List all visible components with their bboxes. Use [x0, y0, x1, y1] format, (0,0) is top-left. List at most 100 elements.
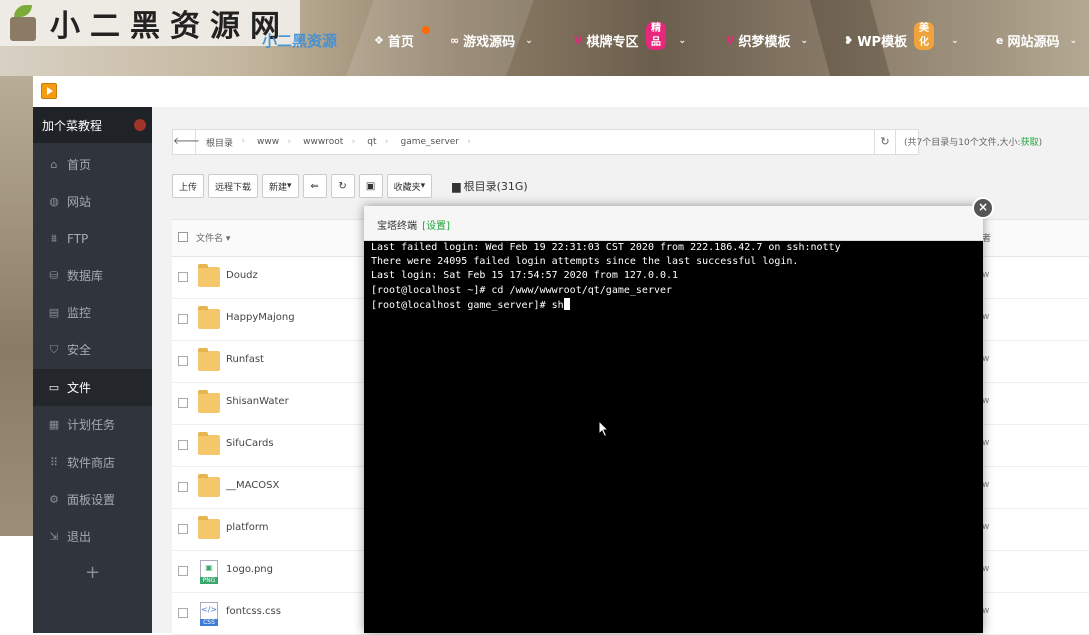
remote-download-button[interactable]: 远程下载	[208, 174, 259, 198]
panel-sidebar: 加个菜教程 ⌂ 首页 ◍ 网站 ⩩ FTP ⛁ 数据库 ▤ 监控 ⛉ 安全 ▭ …	[33, 107, 152, 633]
sidebar-item-website[interactable]: ◍ 网站	[33, 183, 152, 220]
sidebar-item-home[interactable]: ⌂ 首页	[33, 146, 152, 183]
database-icon: ⛁	[49, 269, 59, 282]
row-checkbox[interactable]	[178, 272, 188, 282]
terminal-settings-link[interactable]: [设置]	[422, 221, 450, 232]
refresh-icon[interactable]: ↻	[874, 129, 896, 155]
file-name[interactable]: ShisanWater	[226, 396, 289, 407]
nav-label: 网站源码	[1007, 35, 1060, 50]
new-dropdown-button[interactable]: 新建 ▾	[262, 174, 299, 198]
file-name[interactable]: Doudz	[226, 270, 258, 281]
breadcrumb-item[interactable]: www	[247, 137, 293, 147]
nav-item-home[interactable]: ❖ 首页	[374, 31, 414, 50]
css-file-icon: </> CSS	[200, 602, 218, 626]
add-icon[interactable]: +	[33, 562, 152, 583]
summary-text: (共7个目录与10个文件,大小:	[904, 138, 1021, 148]
sidebar-item-label: FTP	[67, 231, 89, 246]
file-name[interactable]: 1ogo.png	[226, 564, 273, 575]
row-checkbox[interactable]	[178, 440, 188, 450]
file-name[interactable]: SifuCards	[226, 438, 274, 449]
nav-item-wp-template[interactable]: ❥ WP模板 ⌄	[844, 31, 959, 50]
sort-icon: ▾	[225, 234, 231, 244]
nav-label: 织梦模板	[738, 35, 791, 50]
sidebar-item-label: 网站	[67, 195, 92, 209]
alert-icon[interactable]	[134, 119, 146, 131]
brand-name[interactable]: 小二黑资源	[262, 30, 337, 51]
row-checkbox[interactable]	[178, 482, 188, 492]
sidebar-item-label: 面板设置	[67, 493, 116, 507]
back-arrow-icon: ⇐	[310, 180, 319, 192]
site-logo[interactable]: 小二黑资源网	[0, 0, 300, 46]
sidebar-item-cron[interactable]: ▦ 计划任务	[33, 406, 152, 443]
row-checkbox[interactable]	[178, 356, 188, 366]
nav-item-dedecms[interactable]: V 织梦模板 ⌄	[726, 31, 808, 50]
chevron-down-icon: ⌄	[951, 35, 959, 46]
breadcrumb-item[interactable]: qt	[357, 137, 390, 147]
file-name[interactable]: platform	[226, 522, 269, 533]
logo-icon	[4, 3, 44, 43]
sidebar-item-label: 监控	[67, 306, 92, 320]
chevron-down-icon: ⌄	[1069, 35, 1078, 46]
row-checkbox[interactable]	[178, 608, 188, 618]
calendar-icon: ▦	[48, 418, 60, 431]
folder-icon	[198, 264, 220, 287]
breadcrumb-item[interactable]: 根目录	[196, 136, 247, 149]
sidebar-item-label: 文件	[67, 381, 92, 395]
video-play-icon[interactable]	[41, 83, 57, 99]
terminal-icon: ▣	[365, 180, 376, 192]
terminal-input[interactable]: sh	[552, 300, 564, 311]
site-header: 小二黑资源网 小二黑资源 ❖ 首页 ∞ 游戏源码 ⌄ V 棋牌专区 ⌄ 精品 V…	[0, 0, 1089, 76]
text-cursor	[563, 297, 570, 310]
row-checkbox[interactable]	[178, 524, 188, 534]
file-name[interactable]: __MACOSX	[226, 480, 279, 491]
chevron-down-icon: ⌄	[678, 35, 687, 46]
select-all-checkbox[interactable]	[178, 232, 188, 242]
new-label: 新建	[269, 182, 288, 193]
terminal-prompt-line[interactable]: [root@localhost game_server]# sh	[371, 297, 976, 313]
sidebar-item-settings[interactable]: ⚙ 面板设置	[33, 481, 152, 518]
favorites-dropdown-button[interactable]: 收藏夹 ▾	[386, 174, 433, 198]
breadcrumb-item[interactable]: game_server	[391, 137, 474, 147]
sidebar-item-ftp[interactable]: ⩩ FTP	[33, 220, 152, 257]
terminal-line: Last login: Sat Feb 15 17:54:57 2020 fro…	[371, 270, 679, 282]
breadcrumb-item[interactable]: wwwroot	[293, 137, 357, 147]
terminal-output[interactable]: Last failed login: Wed Feb 19 22:31:03 C…	[371, 241, 976, 313]
folder-icon	[198, 348, 220, 371]
close-icon[interactable]: ×	[972, 197, 994, 219]
back-button[interactable]: ⇐	[302, 174, 327, 198]
file-name[interactable]: HappyMajong	[226, 312, 295, 323]
file-name[interactable]: Runfast	[226, 354, 264, 365]
folder-icon	[198, 306, 220, 329]
sidebar-brand: 加个菜教程	[33, 107, 152, 143]
file-name[interactable]: fontcss.css	[226, 606, 281, 617]
background-strip	[0, 76, 33, 536]
sidebar-item-logout[interactable]: ⇲ 退出	[33, 518, 152, 555]
v-icon: V	[574, 34, 583, 47]
terminal-button[interactable]: ▣	[358, 174, 383, 198]
sidebar-item-security[interactable]: ⛉ 安全	[33, 331, 152, 368]
get-size-link[interactable]: 获取	[1021, 138, 1039, 148]
back-arrow-icon[interactable]: 🡐	[173, 130, 200, 154]
sidebar-item-app-store[interactable]: ⠿ 软件商店	[33, 444, 152, 481]
refresh-button[interactable]: ↻	[330, 174, 355, 198]
sidebar-item-files[interactable]: ▭ 文件	[33, 369, 152, 406]
sidebar-item-label: 安全	[67, 343, 92, 357]
notification-dot	[422, 26, 430, 34]
wp-icon: ❥	[844, 34, 854, 47]
nav-item-game-source[interactable]: ∞ 游戏源码 ⌄	[450, 31, 533, 50]
terminal-line: There were 24095 failed login attempts s…	[371, 256, 799, 268]
nav-item-chess-cards[interactable]: V 棋牌专区 ⌄	[574, 31, 686, 50]
sidebar-item-database[interactable]: ⛁ 数据库	[33, 257, 152, 294]
favorites-label: 收藏夹	[393, 182, 421, 193]
row-checkbox[interactable]	[178, 314, 188, 324]
sidebar-item-monitor[interactable]: ▤ 监控	[33, 294, 152, 331]
nav-label: 棋牌专区	[586, 35, 639, 50]
row-checkbox[interactable]	[178, 566, 188, 576]
row-checkbox[interactable]	[178, 398, 188, 408]
column-header-name[interactable]: 文件名 ▾	[196, 231, 230, 244]
dialog-header: 宝塔终端 [设置]	[364, 206, 983, 241]
nav-item-website-source[interactable]: e 网站源码 ⌄	[996, 31, 1077, 50]
root-dir-button[interactable]: ▆ 根目录(31G)	[452, 178, 528, 194]
upload-button[interactable]: 上传	[172, 174, 205, 198]
monitor-icon: ▤	[48, 306, 60, 319]
